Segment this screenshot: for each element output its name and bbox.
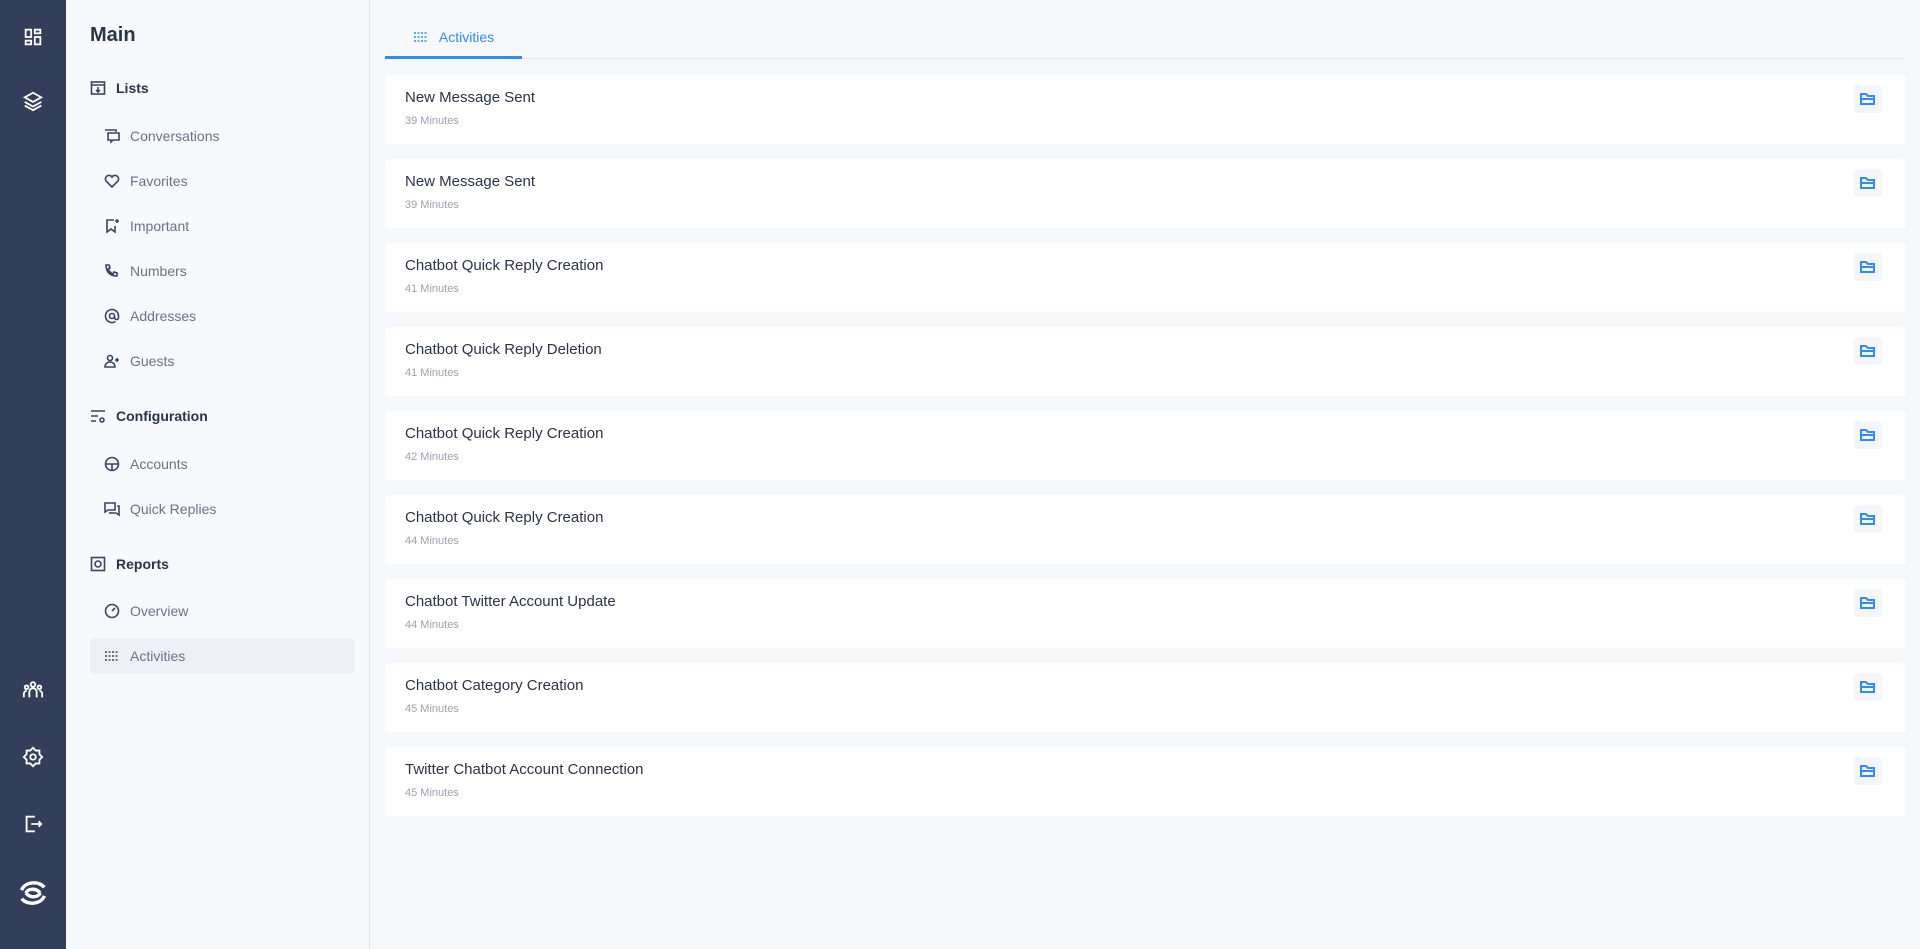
sidebar-item-numbers[interactable]: Numbers (90, 253, 354, 289)
activity-card: Chatbot Quick Reply Deletion 41 Minutes (385, 327, 1905, 396)
sidebar-item-important[interactable]: Important (90, 208, 354, 244)
folder-icon (1860, 345, 1875, 357)
open-folder-button[interactable] (1854, 589, 1882, 617)
layers-icon[interactable] (18, 86, 48, 116)
sidebar-item-addresses[interactable]: Addresses (90, 298, 354, 334)
activity-title: New Message Sent (405, 173, 536, 190)
open-folder-button[interactable] (1854, 757, 1882, 785)
activity-card: New Message Sent 39 Minutes (385, 159, 1905, 228)
activity-card: Chatbot Quick Reply Creation 44 Minutes (385, 495, 1905, 564)
sidebar-item-label: Favorites (130, 173, 188, 189)
activity-card: Chatbot Category Creation 45 Minutes (385, 663, 1905, 732)
dashboard-icon[interactable] (18, 22, 48, 52)
activity-card: Twitter Chatbot Account Connection 45 Mi… (385, 747, 1905, 816)
logout-icon[interactable] (18, 809, 48, 839)
open-folder-button[interactable] (1854, 421, 1882, 449)
activity-time: 45 Minutes (405, 703, 459, 715)
section-label: Lists (116, 80, 149, 96)
activity-time: 39 Minutes (405, 115, 459, 127)
logo-icon (14, 874, 52, 912)
section-label: Configuration (116, 408, 208, 424)
folder-icon (1860, 261, 1875, 273)
sidebar-item-label: Quick Replies (130, 501, 217, 517)
activity-time: 41 Minutes (405, 367, 459, 379)
folder-icon (1860, 177, 1875, 189)
accounts-icon (104, 456, 120, 472)
activity-time: 44 Minutes (405, 619, 459, 631)
sidebar-item-overview[interactable]: Overview (90, 593, 354, 629)
sidebar-item-label: Activities (130, 648, 186, 664)
tab-label: Activities (438, 29, 495, 45)
report-icon (90, 556, 106, 572)
sidebar-item-label: Numbers (130, 263, 187, 279)
sidebar-item-label: Guests (130, 353, 175, 369)
tab-activities[interactable]: Activities (385, 18, 522, 59)
activity-title: New Message Sent (405, 89, 536, 106)
open-folder-button[interactable] (1854, 505, 1882, 533)
folder-icon (1860, 765, 1875, 777)
activity-time: 45 Minutes (405, 787, 459, 799)
sidebar-item-label: Addresses (130, 308, 197, 324)
sidebar-item-quick-replies[interactable]: Quick Replies (90, 491, 354, 527)
heart-icon (104, 174, 120, 189)
folder-icon (1860, 513, 1875, 525)
activity-card: New Message Sent 39 Minutes (385, 75, 1905, 144)
activity-title: Chatbot Quick Reply Creation (405, 425, 604, 442)
folder-icon (1860, 681, 1875, 693)
activities-icon (105, 651, 119, 661)
add-user-icon (104, 354, 119, 368)
activity-time: 42 Minutes (405, 451, 459, 463)
sidebar-item-conversations[interactable]: Conversations (90, 118, 354, 154)
icon-rail (0, 0, 66, 949)
activity-title: Chatbot Category Creation (405, 677, 584, 694)
section-reports: Reports (90, 556, 169, 572)
config-icon (91, 410, 105, 423)
activity-title: Chatbot Quick Reply Creation (405, 257, 604, 274)
sidebar-title: Main (90, 24, 136, 46)
activity-title: Twitter Chatbot Account Connection (405, 761, 644, 778)
open-folder-button[interactable] (1854, 337, 1882, 365)
users-icon[interactable] (18, 675, 48, 705)
folder-icon (1860, 93, 1875, 105)
folder-icon (1860, 597, 1875, 609)
sidebar-item-label: Accounts (130, 456, 188, 472)
open-folder-button[interactable] (1854, 673, 1882, 701)
phone-icon (105, 264, 118, 277)
activity-time: 44 Minutes (405, 535, 459, 547)
section-configuration: Configuration (90, 408, 208, 424)
activities-icon (413, 32, 428, 42)
activity-card: Chatbot Quick Reply Creation 41 Minutes (385, 243, 1905, 312)
open-folder-button[interactable] (1854, 253, 1882, 281)
sidebar-item-label: Important (130, 218, 190, 234)
activity-title: Chatbot Twitter Account Update (405, 593, 616, 610)
activity-title: Chatbot Quick Reply Creation (405, 509, 604, 526)
section-lists: Lists (90, 80, 149, 96)
conversations-icon (105, 129, 120, 144)
section-label: Reports (116, 556, 169, 572)
open-folder-button[interactable] (1854, 85, 1882, 113)
gauge-icon (104, 603, 120, 619)
activity-time: 41 Minutes (405, 283, 459, 295)
activity-card: Chatbot Twitter Account Update 44 Minute… (385, 579, 1905, 648)
sidebar-item-accounts[interactable]: Accounts (90, 446, 354, 482)
sidebar-item-guests[interactable]: Guests (90, 343, 354, 379)
chat-icon (104, 502, 120, 517)
activity-title: Chatbot Quick Reply Deletion (405, 341, 602, 358)
sidebar: Main Lists Conversations Favorites Impor… (66, 0, 370, 949)
sidebar-item-label: Overview (130, 603, 189, 619)
open-folder-button[interactable] (1854, 169, 1882, 197)
bookmark-icon (106, 219, 119, 234)
sidebar-item-label: Conversations (130, 128, 220, 144)
inbox-icon (90, 81, 106, 95)
sidebar-item-activities[interactable]: Activities (90, 638, 354, 674)
activity-card: Chatbot Quick Reply Creation 42 Minutes (385, 411, 1905, 480)
at-icon (104, 308, 120, 324)
settings-icon[interactable] (18, 742, 48, 772)
folder-icon (1860, 429, 1875, 441)
activity-time: 39 Minutes (405, 199, 459, 211)
tab-divider (522, 58, 1905, 59)
sidebar-item-favorites[interactable]: Favorites (90, 163, 354, 199)
